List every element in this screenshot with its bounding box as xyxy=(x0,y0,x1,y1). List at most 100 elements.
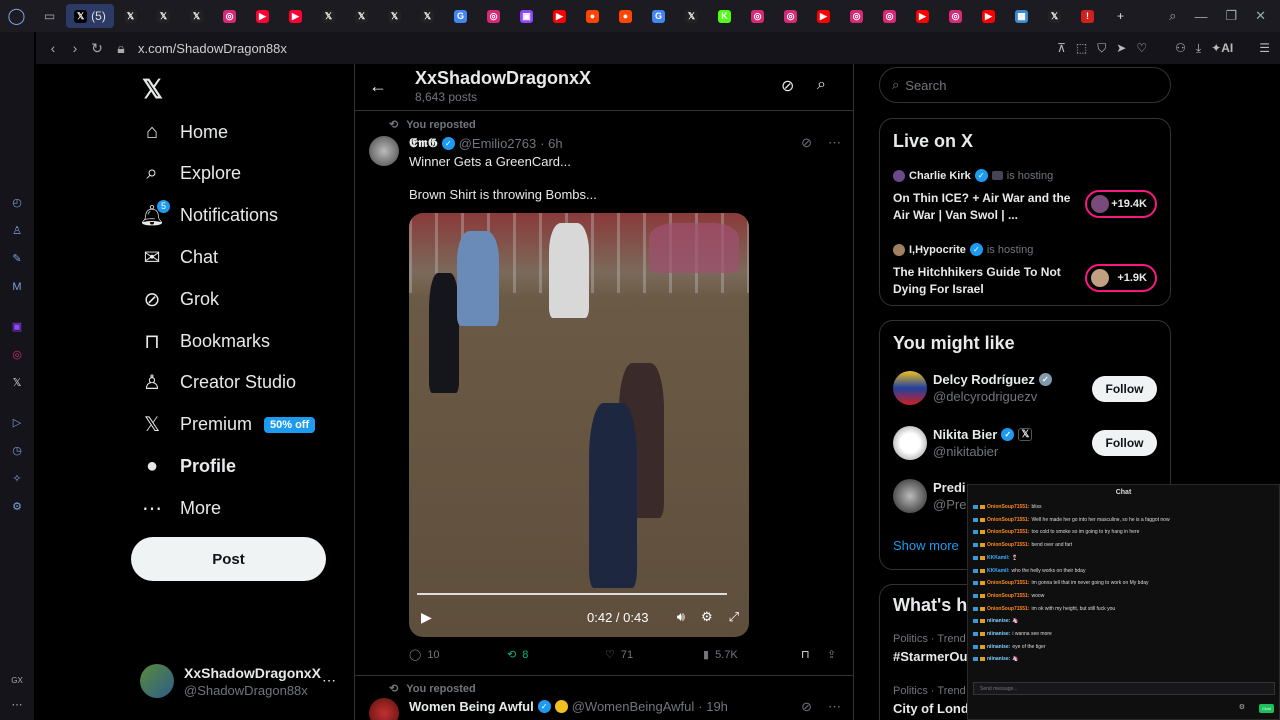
profile-icon[interactable]: ⚇ xyxy=(1175,41,1186,55)
chat-username[interactable]: OnionSoup71551: xyxy=(987,542,1030,548)
twitch-icon[interactable]: ▣ xyxy=(10,320,24,334)
bookmark-icon[interactable]: ⊓ xyxy=(801,648,810,661)
download-icon[interactable]: ⤓ xyxy=(1196,41,1201,56)
url-field[interactable]: x.com/ShadowDragon88x xyxy=(138,41,287,56)
nav-item-explore[interactable]: ⌕ Explore xyxy=(140,154,241,194)
tab-22[interactable]: ◎ xyxy=(840,4,873,28)
avatar[interactable] xyxy=(369,136,399,166)
repost-button[interactable]: ⟲ 8 xyxy=(507,648,528,662)
grok-icon[interactable]: ⊘ xyxy=(781,76,794,96)
author-name[interactable]: Women Being Awful xyxy=(409,699,534,714)
tab-2[interactable]: 𝕏 xyxy=(180,4,213,28)
chat-username[interactable]: KKKamil: xyxy=(987,568,1010,574)
chat-input[interactable] xyxy=(973,682,1275,695)
chat-username[interactable]: OnionSoup71551: xyxy=(987,580,1030,586)
follow-button[interactable]: Follow xyxy=(1092,376,1157,402)
tab-10[interactable]: G xyxy=(444,4,477,28)
avatar[interactable] xyxy=(369,698,399,720)
tab-14[interactable]: ● xyxy=(576,4,609,28)
share-icon[interactable]: ⇪ xyxy=(827,648,836,661)
account-switcher[interactable]: XxShadowDragonxX @ShadowDragon88x ⋯ xyxy=(140,664,336,698)
trend-name[interactable]: #StarmerOu xyxy=(893,649,967,664)
space-title[interactable]: The Hitchhikers Guide To Not Dying For I… xyxy=(893,264,1073,298)
maximize-icon[interactable]: ❐ xyxy=(1225,8,1237,24)
tab-8[interactable]: 𝕏 xyxy=(378,4,411,28)
grok-icon[interactable]: ⊘ xyxy=(801,135,812,151)
snapshot-icon[interactable]: ⬚ xyxy=(1076,41,1087,55)
tab-24[interactable]: ▶ xyxy=(906,4,939,28)
more-dots-icon[interactable]: ⋯ xyxy=(828,135,841,151)
tab-0[interactable]: 𝕏 xyxy=(114,4,147,28)
space-host[interactable]: Charlie Kirk ✓ is hosting xyxy=(893,169,1053,182)
tab-9[interactable]: 𝕏 xyxy=(411,4,444,28)
lightbulb-icon[interactable]: ✧ xyxy=(10,472,24,486)
nav-item-creator-studio[interactable]: ♙ Creator Studio xyxy=(140,363,296,403)
volume-icon[interactable]: 🔊︎ xyxy=(677,609,685,625)
follow-button[interactable]: Follow xyxy=(1092,430,1157,456)
chat-username[interactable]: OnionSoup71551: xyxy=(987,606,1030,612)
tab-27[interactable]: ▦ xyxy=(1005,4,1038,28)
pin-icon[interactable]: ⊼ xyxy=(1057,41,1066,55)
show-more-link[interactable]: Show more xyxy=(893,538,959,553)
back-arrow-icon[interactable]: ← xyxy=(369,76,387,97)
nav-item-chat[interactable]: ✉ Chat xyxy=(140,237,218,277)
more-icon[interactable]: ⋯ xyxy=(10,698,24,712)
tab-5[interactable]: ▶ xyxy=(279,4,312,28)
listeners-pill[interactable]: +1.9K xyxy=(1085,264,1157,292)
tab-7[interactable]: 𝕏 xyxy=(345,4,378,28)
site-info-icon[interactable]: 🔒︎ xyxy=(110,40,132,57)
gx-label[interactable]: GX xyxy=(10,674,24,688)
video-progress[interactable] xyxy=(417,593,727,595)
forward-icon[interactable]: › xyxy=(64,40,86,56)
tab-16[interactable]: G xyxy=(642,4,675,28)
chat-username[interactable]: OnionSoup71551: xyxy=(987,517,1030,523)
chat-username[interactable]: niinanise: xyxy=(987,656,1010,662)
author-handle[interactable]: @WomenBeingAwful xyxy=(572,699,695,714)
tweet-time[interactable]: · 6h xyxy=(540,136,562,151)
nav-item-premium[interactable]: 𝕏 Premium 50% off xyxy=(140,405,316,445)
m-icon[interactable]: M xyxy=(10,280,24,294)
author-handle[interactable]: @Emilio2763 xyxy=(459,136,537,151)
tab-17[interactable]: 𝕏 xyxy=(675,4,708,28)
tab-23[interactable]: ◎ xyxy=(873,4,906,28)
tab-1[interactable]: 𝕏 xyxy=(147,4,180,28)
chat-username[interactable]: niinanise: xyxy=(987,631,1010,637)
tab-21[interactable]: ▶ xyxy=(807,4,840,28)
space-title[interactable]: On Thin ICE? + Air War and the Air War |… xyxy=(893,190,1073,224)
new-tab-icon[interactable]: + xyxy=(1104,4,1137,28)
reload-icon[interactable]: ↻ xyxy=(86,40,108,57)
instagram-icon[interactable]: ◎ xyxy=(10,348,24,362)
nav-item-notifications[interactable]: 🔔︎ 5 Notifications xyxy=(139,196,278,236)
nav-item-profile[interactable]: ● Profile xyxy=(140,446,236,486)
search-tabs-icon[interactable]: ⌕ xyxy=(1169,8,1176,24)
tab-11[interactable]: ◎ xyxy=(477,4,510,28)
tab-6[interactable]: 𝕏 xyxy=(312,4,345,28)
nav-item-bookmarks[interactable]: ⊓ Bookmarks xyxy=(140,321,270,361)
opera-logo-icon[interactable]: ◯ xyxy=(0,4,33,28)
nav-item-more[interactable]: ⋯ More xyxy=(140,488,221,528)
tab-15[interactable]: ● xyxy=(609,4,642,28)
tab-13[interactable]: ▶ xyxy=(543,4,576,28)
chat-send-button[interactable]: Chat xyxy=(1259,704,1274,713)
minimize-icon[interactable]: — xyxy=(1194,9,1207,24)
grok-icon[interactable]: ⊘ xyxy=(801,699,812,715)
settings-icon[interactable]: ⚙ xyxy=(701,609,713,625)
send-icon[interactable]: ➤ xyxy=(1116,41,1126,55)
tab-active-x[interactable]: 𝕏 (5) xyxy=(66,4,114,28)
settings-icon[interactable]: ⚙ xyxy=(10,500,24,514)
gear-icon[interactable]: ⚙ xyxy=(1239,703,1245,711)
tweet-time[interactable]: · 19h xyxy=(698,699,728,714)
chat-username[interactable]: OnionSoup71551: xyxy=(987,504,1030,510)
close-icon[interactable]: ✕ xyxy=(1255,8,1266,24)
chat-username[interactable]: niinanise: xyxy=(987,644,1010,650)
player-icon[interactable]: ▷ xyxy=(10,416,24,430)
chat-username[interactable]: OnionSoup71551: xyxy=(987,529,1030,535)
nav-item-grok[interactable]: ⊘ Grok xyxy=(140,279,219,319)
space-host[interactable]: I,Hypocrite ✓ is hosting xyxy=(893,243,1033,256)
author-name[interactable]: 𝕰𝖒𝕲 xyxy=(409,135,438,151)
play-icon[interactable]: ▶ xyxy=(421,609,432,626)
chat-username[interactable]: OnionSoup71551: xyxy=(987,593,1030,599)
tab-3[interactable]: ◎ xyxy=(213,4,246,28)
tab-islands-icon[interactable]: ▭ xyxy=(33,4,66,28)
pencil-icon[interactable]: ✎ xyxy=(10,252,24,266)
